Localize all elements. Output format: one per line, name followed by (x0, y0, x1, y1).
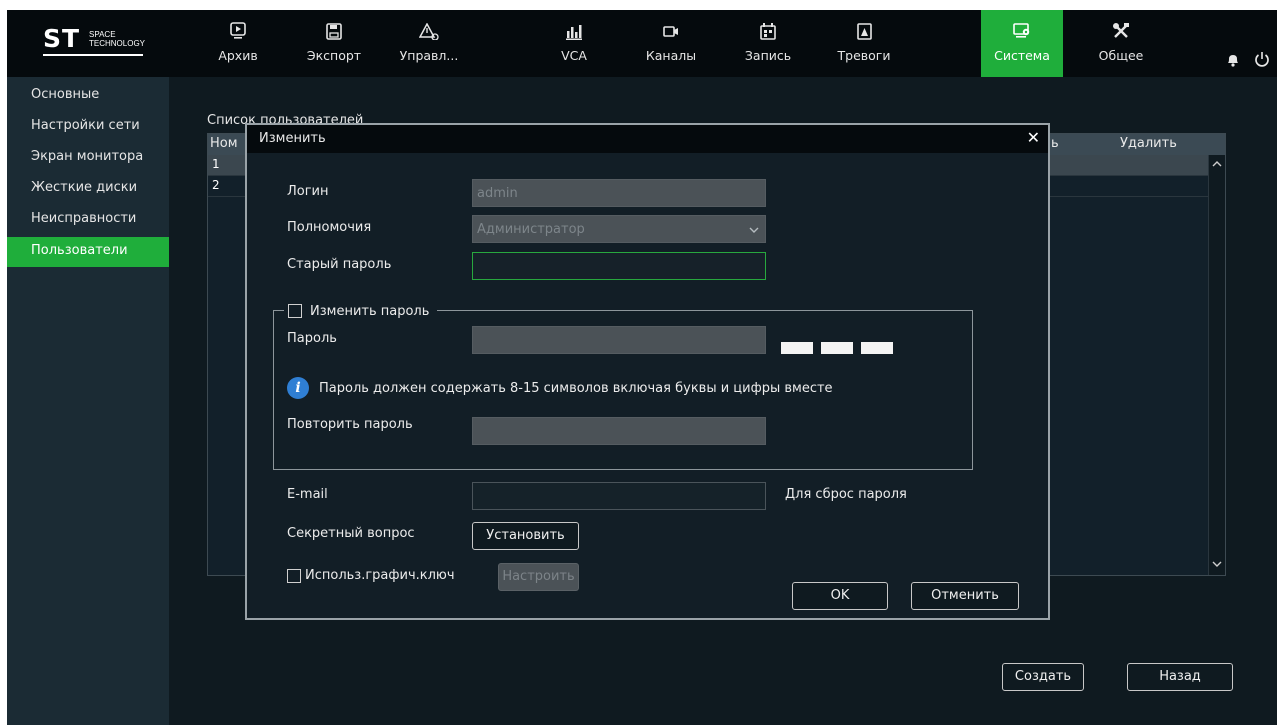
cancel-button[interactable]: Отменить (911, 582, 1019, 610)
password-hint: Пароль должен содержать 8-15 символов вк… (319, 381, 833, 396)
change-password-toggle[interactable]: Изменить пароль (284, 301, 438, 321)
nav-export[interactable]: Экспорт (293, 10, 375, 77)
header-delete: Удалить (1120, 136, 1177, 151)
change-password-checkbox[interactable] (288, 304, 302, 318)
nav-system[interactable]: Система (981, 10, 1063, 77)
power-icon[interactable] (1254, 51, 1270, 67)
create-button[interactable]: Создать (1002, 663, 1084, 691)
strength-bar-1 (781, 342, 813, 354)
calendar-icon (727, 21, 809, 41)
nav-record-label: Запись (744, 48, 792, 63)
playback-icon (197, 21, 279, 41)
logo-letters: ST (43, 24, 81, 53)
header-number: Ном (210, 136, 238, 151)
ok-button[interactable]: OK (792, 582, 888, 610)
email-label: E-mail (287, 487, 328, 502)
row-number: 2 (212, 178, 220, 192)
set-secret-button[interactable]: Установить (472, 522, 579, 550)
back-button[interactable]: Назад (1127, 663, 1233, 691)
nav-vca-label: VCA (561, 48, 587, 63)
sidebar-item-general[interactable]: Основные (7, 81, 169, 111)
nav-alarms[interactable]: Тревоги (823, 10, 905, 77)
scroll-up-icon[interactable] (1212, 159, 1222, 169)
sidebar-item-faults[interactable]: Неисправности (7, 205, 169, 235)
rights-select-value: Администратор (477, 222, 585, 237)
floppy-icon (293, 21, 375, 41)
old-password-input[interactable] (472, 252, 766, 280)
old-password-label: Старый пароль (287, 257, 392, 272)
camera-icon (630, 21, 712, 41)
dvr-screen: ST SPACE TECHNOLOGY Архив Экспорт Управл.… (7, 10, 1277, 725)
nav-general-label: Общее (1098, 48, 1144, 63)
table-scrollbar[interactable] (1208, 155, 1225, 575)
rights-select: Администратор (472, 215, 766, 243)
repeat-password-input[interactable] (472, 417, 766, 445)
nav-channels[interactable]: Каналы (630, 10, 712, 77)
info-icon: i (287, 377, 309, 399)
nav-vca[interactable]: VCA (533, 10, 615, 77)
pattern-label: Использ.графич.ключ (305, 568, 455, 583)
repeat-password-label: Повторить пароль (287, 417, 413, 432)
email-input[interactable] (472, 482, 766, 510)
password-input[interactable] (472, 326, 766, 354)
nav-channels-label: Каналы (645, 48, 697, 63)
sidebar-item-users[interactable]: Пользователи (7, 237, 169, 267)
nav-general[interactable]: Общее (1080, 10, 1162, 77)
login-label: Логин (287, 184, 329, 199)
strength-bar-2 (821, 342, 853, 354)
alarm-icon (823, 21, 905, 41)
configure-pattern-button[interactable]: Настроить (498, 563, 579, 591)
nav-archive[interactable]: Архив (197, 10, 279, 77)
row-number: 1 (212, 157, 220, 171)
strength-bar-3 (861, 342, 893, 354)
logo-subtitle: SPACE TECHNOLOGY (89, 30, 146, 48)
sidebar-item-display[interactable]: Экран монитора (7, 143, 169, 173)
dialog-title: Изменить (259, 131, 326, 146)
dialog-header: Изменить ✕ (247, 125, 1048, 153)
warning-user-icon (388, 21, 470, 41)
rights-label: Полномочия (287, 220, 372, 235)
close-icon[interactable]: ✕ (1027, 128, 1040, 147)
tools-icon (1080, 21, 1162, 41)
change-password-label: Изменить пароль (310, 303, 430, 319)
settings-sidebar: Основные Настройки сети Экран монитора Ж… (7, 77, 169, 725)
nav-system-label: Система (994, 48, 1050, 63)
system-icon (981, 21, 1063, 41)
secret-question-label: Секретный вопрос (287, 526, 415, 541)
bell-icon[interactable] (1226, 53, 1240, 67)
scroll-down-icon[interactable] (1212, 559, 1222, 569)
email-hint: Для сброс пароля (785, 487, 907, 502)
nav-manage-label: Управл... (399, 48, 459, 63)
top-menu-bar: ST SPACE TECHNOLOGY Архив Экспорт Управл.… (7, 10, 1277, 77)
nav-manage[interactable]: Управл... (388, 10, 470, 77)
login-field: admin (472, 179, 766, 207)
password-label: Пароль (287, 331, 337, 346)
brand-logo: ST SPACE TECHNOLOGY (43, 24, 146, 60)
nav-archive-label: Архив (218, 48, 258, 63)
logo-underline (43, 54, 143, 56)
nav-alarms-label: Тревоги (837, 48, 891, 63)
nav-export-label: Экспорт (306, 48, 362, 63)
header-partial: ь (1051, 136, 1059, 151)
chart-icon (533, 21, 615, 41)
chevron-down-icon (749, 227, 759, 233)
sidebar-item-network[interactable]: Настройки сети (7, 112, 169, 142)
pattern-checkbox[interactable] (287, 569, 301, 583)
edit-user-dialog: Изменить ✕ Логин admin Полномочия Админи… (245, 123, 1050, 620)
sidebar-item-disks[interactable]: Жесткие диски (7, 174, 169, 204)
nav-record[interactable]: Запись (727, 10, 809, 77)
